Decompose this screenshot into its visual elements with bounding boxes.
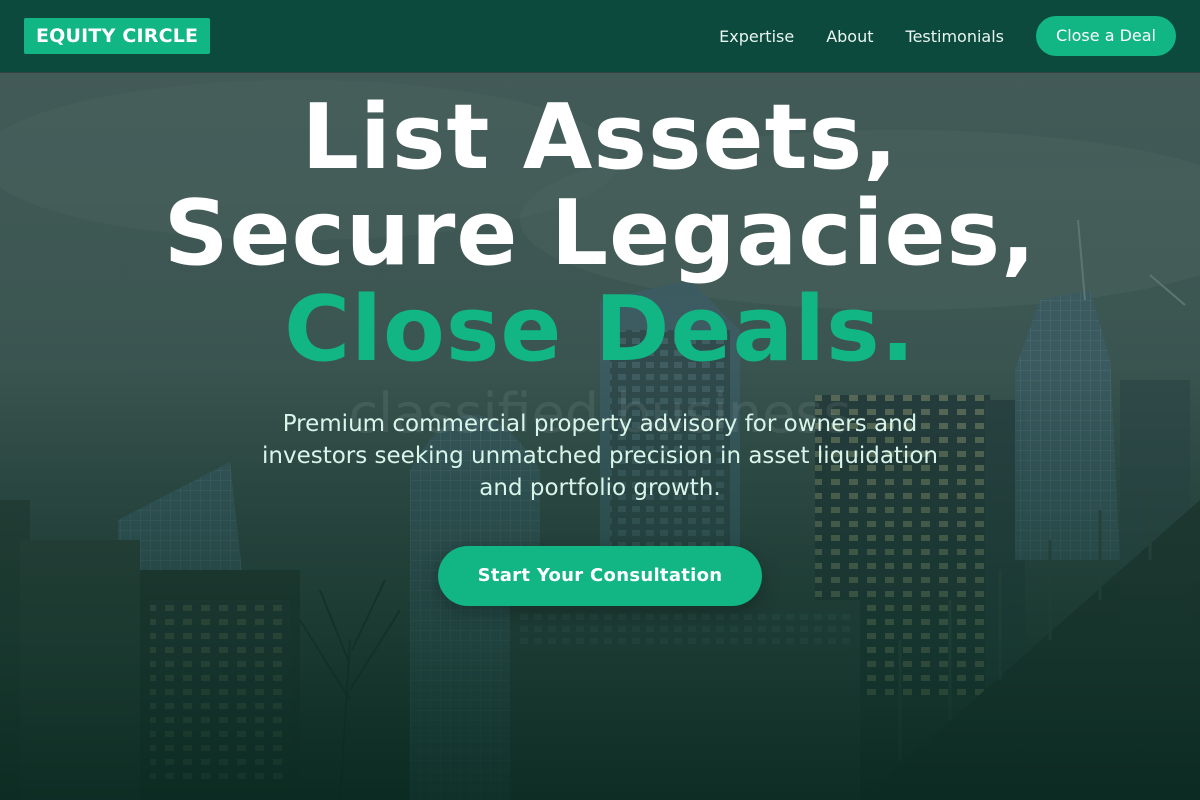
hero-headline-main: List Assets, Secure Legacies,	[163, 85, 1037, 286]
nav-link-about[interactable]: About	[826, 27, 873, 46]
hero-headline-accent: Close Deals.	[284, 277, 916, 382]
start-consultation-button[interactable]: Start Your Consultation	[437, 546, 763, 606]
navbar: EQUITY CIRCLE Expertise About Testimonia…	[0, 0, 1200, 72]
landing-page: EQUITY CIRCLE Expertise About Testimonia…	[0, 0, 1200, 800]
brand-logo[interactable]: EQUITY CIRCLE	[24, 18, 211, 54]
close-a-deal-button[interactable]: Close a Deal	[1036, 16, 1176, 56]
nav-link-expertise[interactable]: Expertise	[719, 27, 794, 46]
hero-section: List Assets, Secure Legacies, Close Deal…	[0, 90, 1200, 606]
hero-headline: List Assets, Secure Legacies, Close Deal…	[150, 90, 1050, 378]
nav-links: Expertise About Testimonials Close a Dea…	[719, 16, 1176, 56]
hero-subtitle: Premium commercial property advisory for…	[262, 411, 938, 501]
nav-link-testimonials[interactable]: Testimonials	[906, 27, 1005, 46]
